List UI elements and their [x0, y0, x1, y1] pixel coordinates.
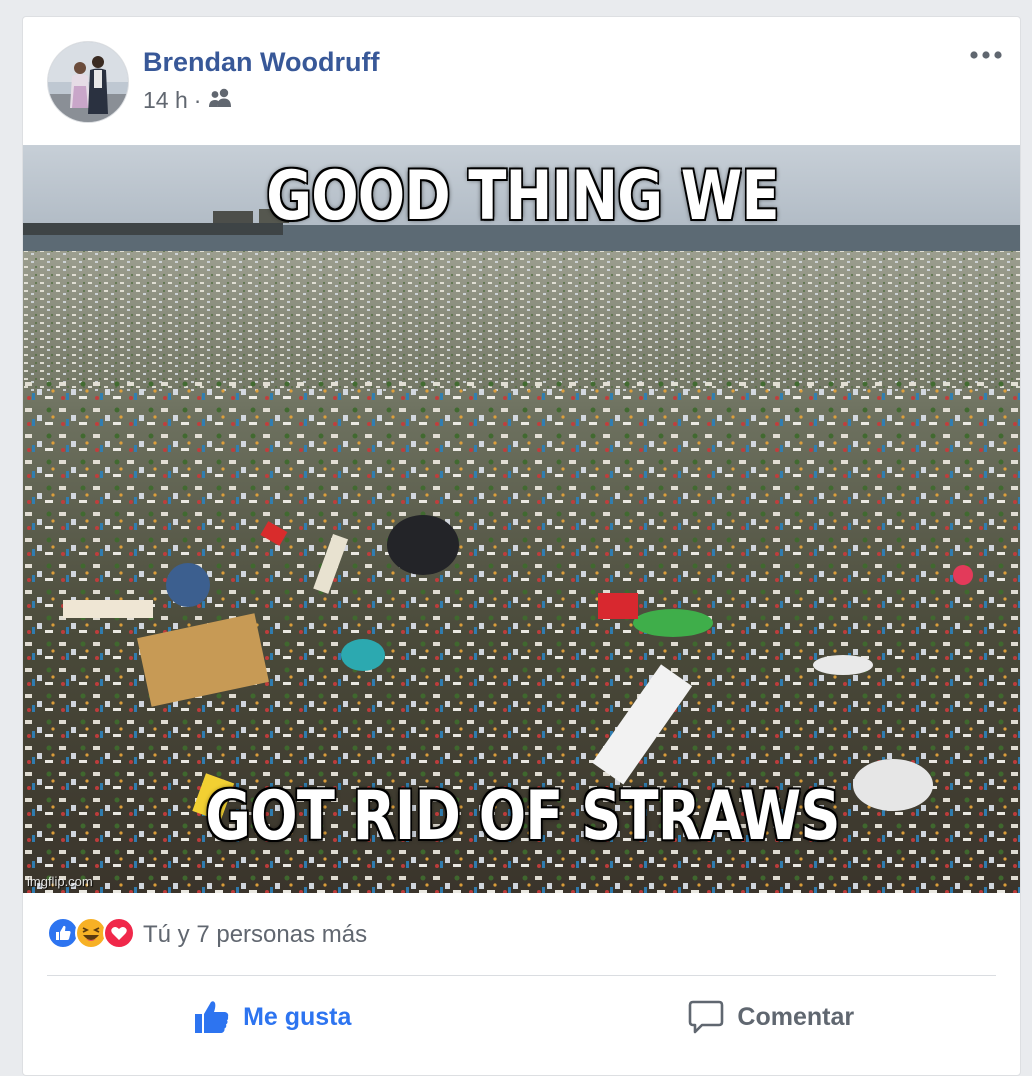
post-meta: 14 h ·: [143, 87, 233, 114]
actions-divider: [47, 975, 996, 976]
post-card: Brendan Woodruff 14 h · GOOD THING WE GO…: [22, 16, 1021, 1076]
post-header: Brendan Woodruff 14 h ·: [23, 17, 1020, 145]
friends-icon[interactable]: [207, 87, 233, 114]
like-button-label: Me gusta: [243, 1002, 352, 1031]
meme-top-text: GOOD THING WE: [265, 156, 781, 238]
reactions-text[interactable]: Tú y 7 personas más: [143, 921, 367, 949]
meme-bottom-text: GOT RID OF STRAWS: [204, 776, 842, 858]
love-reaction-icon: [103, 916, 135, 954]
more-horizontal-icon[interactable]: [968, 43, 1004, 67]
post-actions: Me gusta Comentar: [23, 977, 1020, 1057]
post-time[interactable]: 14 h: [143, 87, 188, 114]
like-button[interactable]: Me gusta: [23, 977, 522, 1057]
comment-button-label: Comentar: [737, 1002, 855, 1031]
like-reaction-icon: [47, 916, 79, 954]
thumbs-up-icon: [195, 1001, 229, 1033]
comment-button[interactable]: Comentar: [522, 977, 1021, 1057]
reactions-summary[interactable]: Tú y 7 personas más: [47, 915, 367, 955]
post-image[interactable]: GOOD THING WE GOT RID OF STRAWS imgflip.…: [23, 145, 1020, 893]
image-watermark: imgflip.com: [27, 874, 93, 889]
comment-icon: [689, 1000, 724, 1034]
author-avatar[interactable]: [47, 41, 129, 123]
author-name[interactable]: Brendan Woodruff: [143, 47, 379, 78]
reaction-icons: [47, 916, 135, 954]
meta-separator: ·: [193, 87, 202, 113]
haha-reaction-icon: [75, 916, 107, 954]
